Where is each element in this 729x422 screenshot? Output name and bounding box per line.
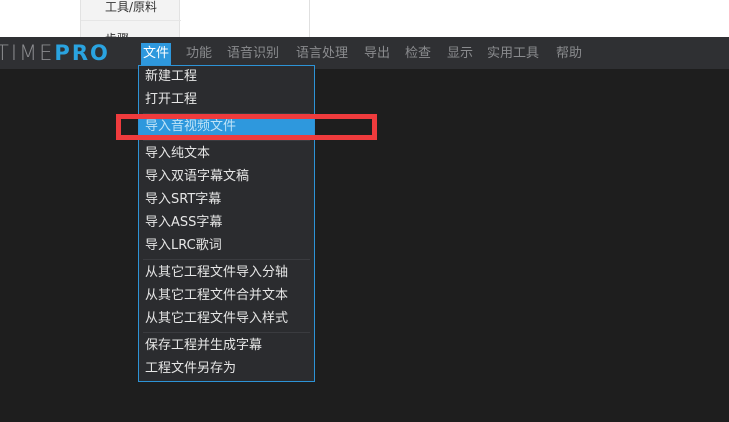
menu-help[interactable]: 帮助: [554, 43, 584, 65]
menu-separator: [143, 259, 310, 260]
file-dropdown-menu: 新建工程 打开工程 导入音视频文件 导入纯文本 导入双语字幕文稿 导入SRT字幕…: [138, 65, 315, 382]
list-item-tools[interactable]: 工具/原料: [105, 0, 157, 15]
menu-item-merge-text[interactable]: 从其它工程文件合并文本: [139, 285, 314, 307]
menu-item-save-as[interactable]: 工程文件另存为: [139, 358, 314, 380]
menu-export[interactable]: 导出: [362, 43, 392, 65]
menu-file[interactable]: 文件: [141, 43, 172, 65]
side-list-panel: 工具/原料 步骤: [80, 0, 181, 37]
menu-utilities[interactable]: 实用工具: [485, 43, 541, 65]
logo-time: TIME: [0, 41, 55, 65]
app-logo: TIMEPRO: [0, 37, 110, 69]
menu-item-import-style[interactable]: 从其它工程文件导入样式: [139, 308, 314, 330]
menu-item-import-lrc[interactable]: 导入LRC歌词: [139, 235, 314, 257]
menu-function[interactable]: 功能: [184, 43, 214, 65]
top-left-panel: [0, 0, 80, 37]
menu-check[interactable]: 检查: [403, 43, 433, 65]
menu-display[interactable]: 显示: [445, 43, 475, 65]
menu-item-new-project[interactable]: 新建工程: [139, 66, 314, 88]
menu-item-save-generate[interactable]: 保存工程并生成字幕: [139, 335, 314, 357]
menu-item-import-timing[interactable]: 从其它工程文件导入分轴: [139, 262, 314, 284]
annotation-highlight-box: [116, 114, 377, 140]
menu-separator: [143, 332, 310, 333]
list-divider: [81, 20, 181, 21]
menu-bar: TIMEPRO 文件 功能 语音识别 语言处理 导出 检查 显示 实用工具 帮助: [0, 37, 729, 69]
menu-item-import-plain-text[interactable]: 导入纯文本: [139, 143, 314, 165]
menu-item-import-bilingual[interactable]: 导入双语字幕文稿: [139, 166, 314, 188]
menu-speech-recognition[interactable]: 语音识别: [225, 43, 281, 65]
menu-item-import-srt[interactable]: 导入SRT字幕: [139, 189, 314, 211]
panel-divider: [309, 0, 310, 37]
logo-pro: PRO: [54, 41, 110, 65]
menu-language-processing[interactable]: 语言处理: [294, 43, 350, 65]
menu-item-import-ass[interactable]: 导入ASS字幕: [139, 212, 314, 234]
top-window-area: 工具/原料 步骤: [0, 0, 729, 37]
menu-item-open-project[interactable]: 打开工程: [139, 89, 314, 111]
menu-separator: [143, 140, 310, 141]
list-item-steps[interactable]: 步骤: [105, 30, 129, 37]
